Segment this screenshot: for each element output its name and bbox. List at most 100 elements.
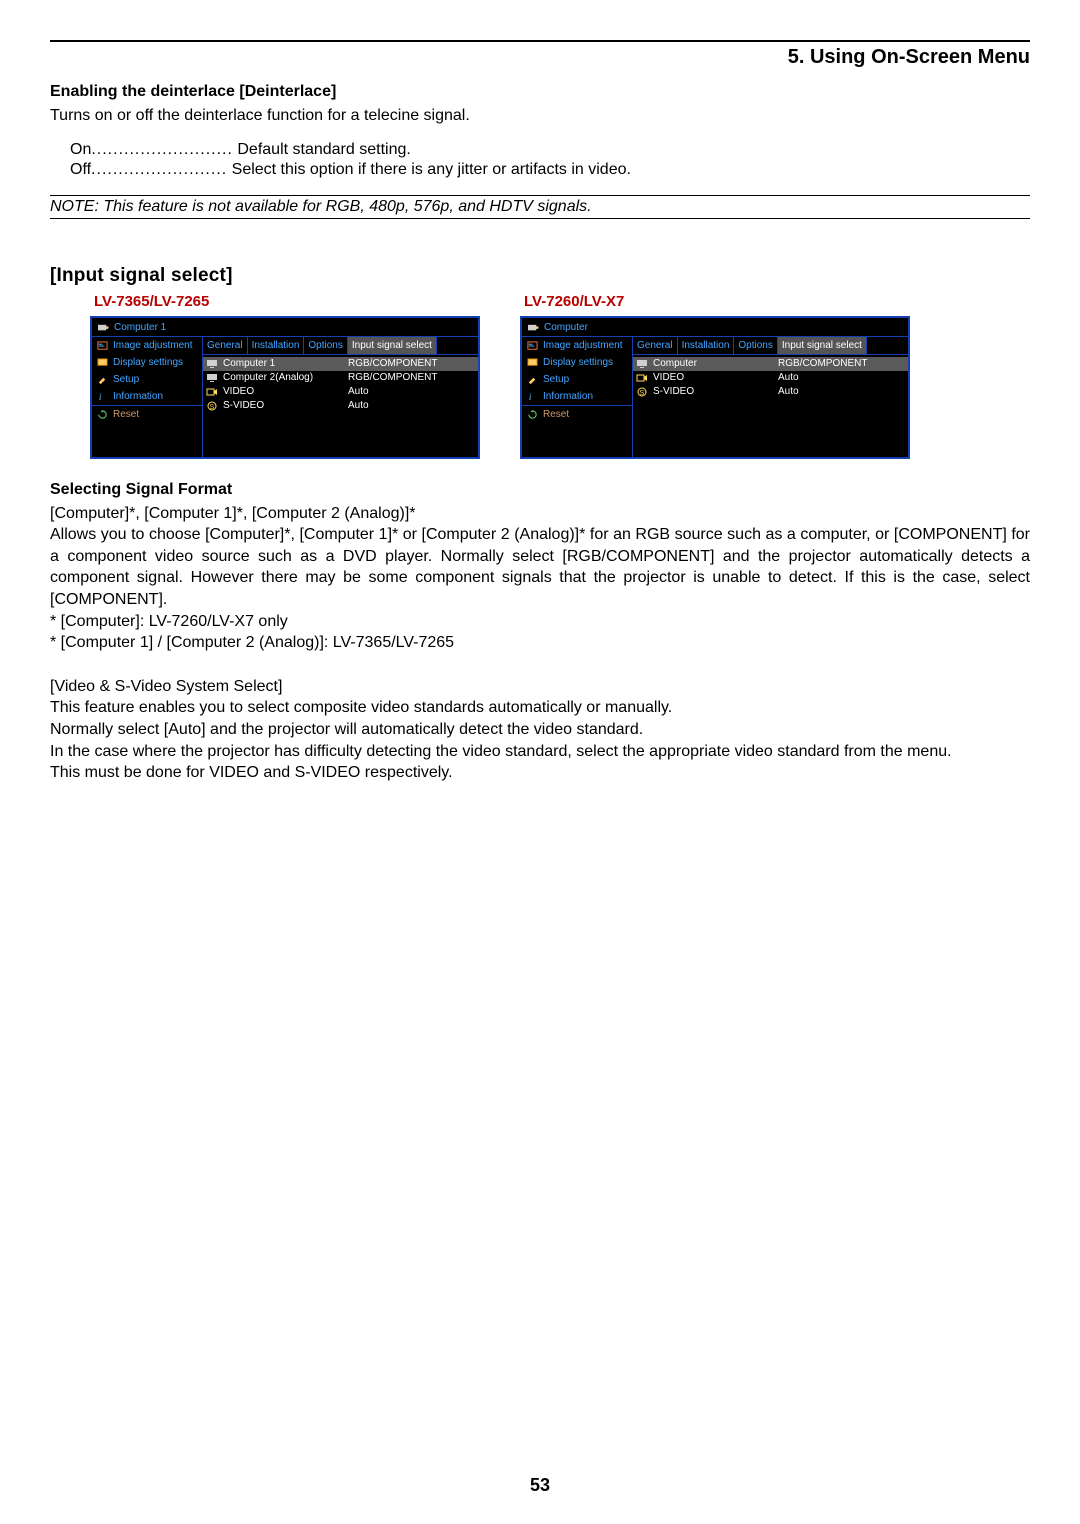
osd-left: Computer 1 Image adjustment Display sett…	[90, 316, 480, 459]
signal-label: Computer 1	[223, 358, 343, 369]
note-line: NOTE: This feature is not available for …	[50, 196, 1030, 219]
svg-text:S: S	[640, 390, 645, 397]
sf-foot1: * [Computer]: LV-7260/LV-X7 only	[50, 611, 1030, 633]
nav-label: Reset	[543, 409, 569, 420]
page-number: 53	[0, 1475, 1080, 1496]
sliders-icon	[527, 341, 538, 350]
dots: .........................	[91, 161, 227, 178]
heading-selecting-signal-format: Selecting Signal Format	[50, 481, 1030, 499]
osd-nav: Image adjustment Display settings Setup …	[92, 337, 203, 457]
signal-row[interactable]: Computer 1 RGB/COMPONENT	[203, 357, 478, 371]
nav-label: Image adjustment	[113, 340, 193, 351]
svg-text:S: S	[210, 404, 215, 411]
model-label-left: LV-7365/LV-7265	[90, 293, 480, 310]
osd-title-left: Computer 1	[92, 318, 478, 336]
osd-title-text: Computer 1	[114, 322, 166, 333]
nav-display-settings[interactable]: Display settings	[92, 354, 202, 371]
signal-value: RGB/COMPONENT	[778, 358, 867, 369]
projector-icon	[528, 323, 539, 332]
computer-icon	[206, 359, 218, 368]
nav-image-adjustment[interactable]: Image adjustment	[522, 337, 632, 354]
osd-title-right: Computer	[522, 318, 908, 336]
option-off: Off......................... Select this…	[70, 161, 1030, 179]
signal-row[interactable]: Computer 2(Analog) RGB/COMPONENT	[203, 371, 478, 385]
sf-line1: [Computer]*, [Computer 1]*, [Computer 2 …	[50, 503, 1030, 525]
tab-installation[interactable]: Installation	[248, 337, 305, 354]
dots: ..........................	[91, 141, 233, 158]
nav-label: Information	[113, 391, 163, 402]
nav-setup[interactable]: Setup	[522, 371, 632, 388]
nav-label: Setup	[543, 374, 569, 385]
signal-row[interactable]: S S-VIDEO Auto	[633, 385, 908, 399]
option-on: On.......................... Default sta…	[70, 141, 1030, 159]
info-icon: i	[97, 392, 108, 401]
signal-value: RGB/COMPONENT	[348, 358, 437, 369]
wrench-icon	[97, 375, 108, 384]
signal-value: Auto	[348, 386, 369, 397]
tab-input-signal-select[interactable]: Input signal select	[778, 337, 867, 354]
signal-label: Computer	[653, 358, 773, 369]
signal-label: VIDEO	[223, 386, 343, 397]
video-icon	[636, 373, 648, 382]
computer-icon	[206, 373, 218, 382]
nav-information[interactable]: i Information	[92, 388, 202, 406]
signal-row[interactable]: S S-VIDEO Auto	[203, 399, 478, 413]
signal-value: Auto	[778, 386, 799, 397]
signal-value: Auto	[778, 372, 799, 383]
nav-reset[interactable]: Reset	[522, 406, 632, 423]
nav-label: Display settings	[543, 357, 613, 368]
tab-row: General Installation Options Input signa…	[203, 337, 478, 355]
svg-text:i: i	[529, 392, 532, 401]
nav-information[interactable]: i Information	[522, 388, 632, 406]
option-on-label: On	[70, 141, 91, 158]
nav-reset[interactable]: Reset	[92, 406, 202, 423]
display-icon	[527, 358, 538, 367]
tab-row: General Installation Options Input signa…	[633, 337, 908, 355]
nav-label: Display settings	[113, 357, 183, 368]
osd-nav: Image adjustment Display settings Setup …	[522, 337, 633, 457]
section-input-signal: [Input signal select]	[50, 265, 1030, 287]
sf-foot2: * [Computer 1] / [Computer 2 (Analog)]: …	[50, 632, 1030, 654]
chapter-title: 5. Using On-Screen Menu	[50, 46, 1030, 69]
option-off-desc: Select this option if there is any jitte…	[232, 161, 631, 178]
computer-icon	[636, 359, 648, 368]
svg-text:i: i	[99, 392, 102, 401]
option-off-label: Off	[70, 161, 91, 178]
signal-row[interactable]: Computer RGB/COMPONENT	[633, 357, 908, 371]
signal-row[interactable]: VIDEO Auto	[633, 371, 908, 385]
option-on-desc: Default standard setting.	[237, 141, 410, 158]
tab-general[interactable]: General	[203, 337, 248, 354]
projector-icon	[98, 323, 109, 332]
signal-row[interactable]: VIDEO Auto	[203, 385, 478, 399]
nav-image-adjustment[interactable]: Image adjustment	[92, 337, 202, 354]
heading-deinterlace: Enabling the deinterlace [Deinterlace]	[50, 83, 1030, 101]
nav-setup[interactable]: Setup	[92, 371, 202, 388]
signal-value: Auto	[348, 400, 369, 411]
info-icon: i	[527, 392, 538, 401]
video-icon	[206, 387, 218, 396]
vs-l2: Normally select [Auto] and the projector…	[50, 719, 1030, 741]
osd-title-text: Computer	[544, 322, 588, 333]
nav-label: Setup	[113, 374, 139, 385]
signal-label: VIDEO	[653, 372, 773, 383]
svideo-icon: S	[206, 401, 218, 410]
osd-right: Computer Image adjustment Display settin…	[520, 316, 910, 459]
display-icon	[97, 358, 108, 367]
tab-options[interactable]: Options	[304, 337, 347, 354]
sf-para: Allows you to choose [Computer]*, [Compu…	[50, 524, 1030, 610]
tab-general[interactable]: General	[633, 337, 678, 354]
signal-label: S-VIDEO	[223, 400, 343, 411]
vs-l4: This must be done for VIDEO and S-VIDEO …	[50, 762, 1030, 784]
nav-display-settings[interactable]: Display settings	[522, 354, 632, 371]
vs-head: [Video & S-Video System Select]	[50, 676, 1030, 698]
model-label-right: LV-7260/LV-X7	[520, 293, 910, 310]
vs-l3: In the case where the projector has diff…	[50, 741, 1030, 763]
tab-installation[interactable]: Installation	[678, 337, 735, 354]
tab-input-signal-select[interactable]: Input signal select	[348, 337, 437, 354]
signal-label: Computer 2(Analog)	[223, 372, 343, 383]
tab-options[interactable]: Options	[734, 337, 777, 354]
reset-icon	[97, 410, 108, 419]
deinterlace-desc: Turns on or off the deinterlace function…	[50, 105, 1030, 127]
vs-l1: This feature enables you to select compo…	[50, 697, 1030, 719]
nav-label: Reset	[113, 409, 139, 420]
